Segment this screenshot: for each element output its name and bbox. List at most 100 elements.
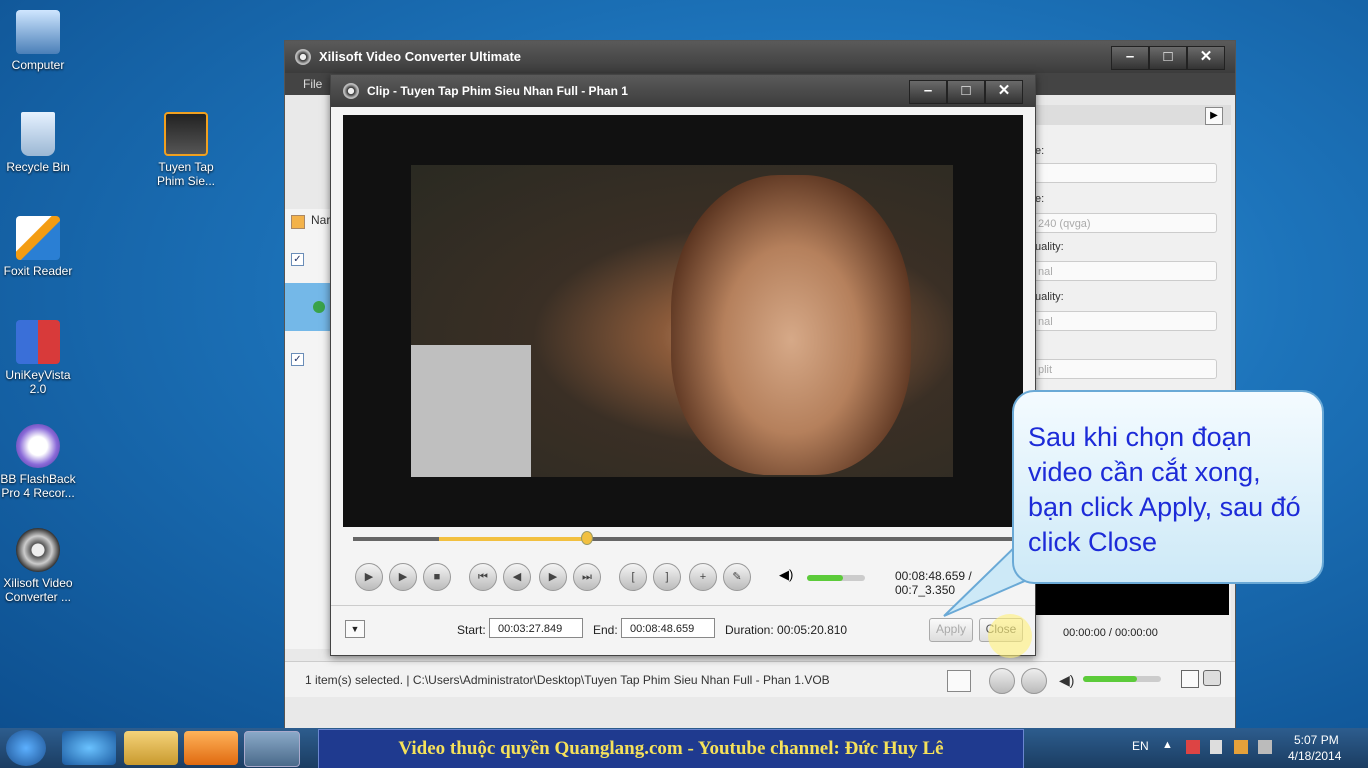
log-icon[interactable] [947,670,971,692]
desktop-icon-label: Xilisoft Video Converter ... [3,576,73,604]
unikey-icon [16,320,60,364]
end-time-input[interactable]: 00:08:48.659 [621,618,715,638]
maximize-button[interactable]: □ [1149,46,1187,70]
desktop-icon-foxit-reader[interactable]: Foxit Reader [0,216,76,278]
close-button[interactable]: ✕ [985,80,1023,104]
flag-icon[interactable] [1186,740,1200,754]
desktop-icon-dvd-file[interactable]: Tuyen Tap Phim Sie... [148,112,224,188]
xilisoft-taskbar-icon[interactable] [244,731,300,767]
start-button[interactable] [6,730,46,766]
add-segment-icon[interactable]: + [689,563,717,591]
main-window-title: Xilisoft Video Converter Ultimate [319,49,522,64]
screen-icon[interactable] [1181,670,1199,688]
audio-quality-select[interactable]: nal [1033,311,1217,331]
speaker-icon[interactable]: ◀) [1059,662,1074,698]
duration-text: Duration: 00:05:20.810 [725,623,848,637]
main-window-titlebar[interactable]: Xilisoft Video Converter Ultimate – □ ✕ [285,41,1235,73]
film-reel-icon [16,528,60,572]
split-select[interactable]: plit [1033,359,1217,379]
video-quality-select[interactable]: nal [1033,261,1217,281]
media-player-icon[interactable] [184,731,238,765]
set-end-icon[interactable]: ] [653,563,681,591]
erase-icon[interactable]: ✎ [723,563,751,591]
apply-button[interactable]: Apply [929,618,973,642]
profile-field[interactable] [1033,163,1217,183]
minimize-button[interactable]: – [1111,46,1149,70]
close-button[interactable]: ✕ [1187,46,1225,70]
clip-dialog-title: Clip - Tuyen Tap Phim Sieu Nhan Full - P… [367,84,628,98]
step-forward-icon[interactable]: ▶ [539,563,567,591]
play-icon[interactable]: ▶ [355,563,383,591]
menu-file[interactable]: File [303,77,322,91]
skip-to-end-icon[interactable]: ⏭ [573,563,601,591]
volume-fill [807,575,843,581]
network-icon[interactable] [1234,740,1248,754]
desktop-icon-label: Foxit Reader [3,264,73,278]
file-list: Nar ✓ ✓ [285,209,331,649]
field-label: e: [1035,145,1045,157]
step-back-icon[interactable]: ◀ [503,563,531,591]
row-checkbox[interactable]: ✓ [291,253,304,266]
end-label: End: [593,623,618,637]
status-text: 1 item(s) selected. | C:\Users\Administr… [305,673,830,687]
maximize-button[interactable]: □ [947,80,985,104]
status-bar: 1 item(s) selected. | C:\Users\Administr… [285,661,1235,697]
field-label: uality: [1035,241,1064,253]
channel-banner: Video thuộc quyền Quanglang.com - Youtub… [318,729,1024,768]
list-item-selected[interactable] [285,283,331,331]
desktop-icon-unikey[interactable]: UniKeyVista 2.0 [0,320,76,396]
stop-icon[interactable] [1021,668,1047,694]
taskbar: Video thuộc quyền Quanglang.com - Youtub… [0,728,1368,768]
video-frame-wall [411,345,531,477]
desktop-icon-computer[interactable]: Computer [0,10,76,72]
instruction-callout: Sau khi chọn đoạn video cần cắt xong, bạ… [1012,390,1324,584]
timeline-playhead[interactable] [581,531,593,545]
foxit-reader-icon [16,216,60,260]
stop-icon[interactable]: ■ [423,563,451,591]
desktop-icon-recycle-bin[interactable]: Recycle Bin [0,112,76,174]
play-icon[interactable] [989,668,1015,694]
show-hidden-icons[interactable]: ▲ [1162,739,1173,751]
desktop-icon-bb-flashback[interactable]: BB FlashBack Pro 4 Recor... [0,424,76,500]
status-icon [313,301,325,313]
desktop-icon-label: Tuyen Tap Phim Sie... [156,160,216,188]
select-all-checkbox[interactable] [291,215,305,229]
preview-time: 00:00:00 / 00:00:00 [1063,627,1158,639]
volume-icon[interactable] [1258,740,1272,754]
minimize-button[interactable]: – [909,80,947,104]
field-label: e: [1035,193,1045,205]
size-select[interactable]: 240 (qvga) [1033,213,1217,233]
set-start-icon[interactable]: [ [619,563,647,591]
skip-to-start-icon[interactable]: ⏮ [469,563,497,591]
clip-dialog-titlebar[interactable]: Clip - Tuyen Tap Phim Sieu Nhan Full - P… [331,75,1035,107]
speaker-icon[interactable]: ◀) [779,567,793,583]
file-explorer-icon[interactable] [124,731,178,765]
film-reel-icon [295,49,311,65]
clock-time[interactable]: 5:07 PM [1294,733,1339,747]
panel-header: ▶ [1033,105,1231,125]
desktop-icon-label: BB FlashBack Pro 4 Recor... [0,472,76,500]
bb-flashback-icon [16,424,60,468]
desktop-icon-label: UniKeyVista 2.0 [5,368,71,396]
cursor-highlight [988,614,1032,658]
field-label: uality: [1035,291,1064,303]
video-frame-person [671,175,911,475]
clock-date[interactable]: 4/18/2014 [1288,749,1341,763]
desktop-icon-label: Recycle Bin [6,160,70,174]
clip-settings-bar: ▼ Start: 00:03:27.849 End: 00:08:48.659 … [331,605,1035,656]
row-checkbox[interactable]: ✓ [291,353,304,366]
start-time-input[interactable]: 00:03:27.849 [489,618,583,638]
video-preview [343,115,1023,527]
playback-controls: ▶ ▶ ■ ⏮ ◀ ▶ ⏭ [ ] + ✎ ◀) 00:08:48.659 / … [351,563,1021,597]
language-indicator[interactable]: EN [1132,739,1149,753]
device-icon[interactable] [1210,740,1222,754]
desktop-icon-xilisoft[interactable]: Xilisoft Video Converter ... [0,528,76,604]
recycle-bin-icon [21,112,55,156]
play-selection-icon[interactable]: ▶ [389,563,417,591]
play-arrow-icon[interactable]: ▶ [1205,107,1223,125]
timeline-selection[interactable] [439,537,585,541]
camera-icon[interactable] [1203,670,1221,686]
dvd-file-icon [164,112,208,156]
internet-explorer-icon[interactable] [62,731,116,765]
expand-arrow-icon[interactable]: ▼ [345,620,365,638]
